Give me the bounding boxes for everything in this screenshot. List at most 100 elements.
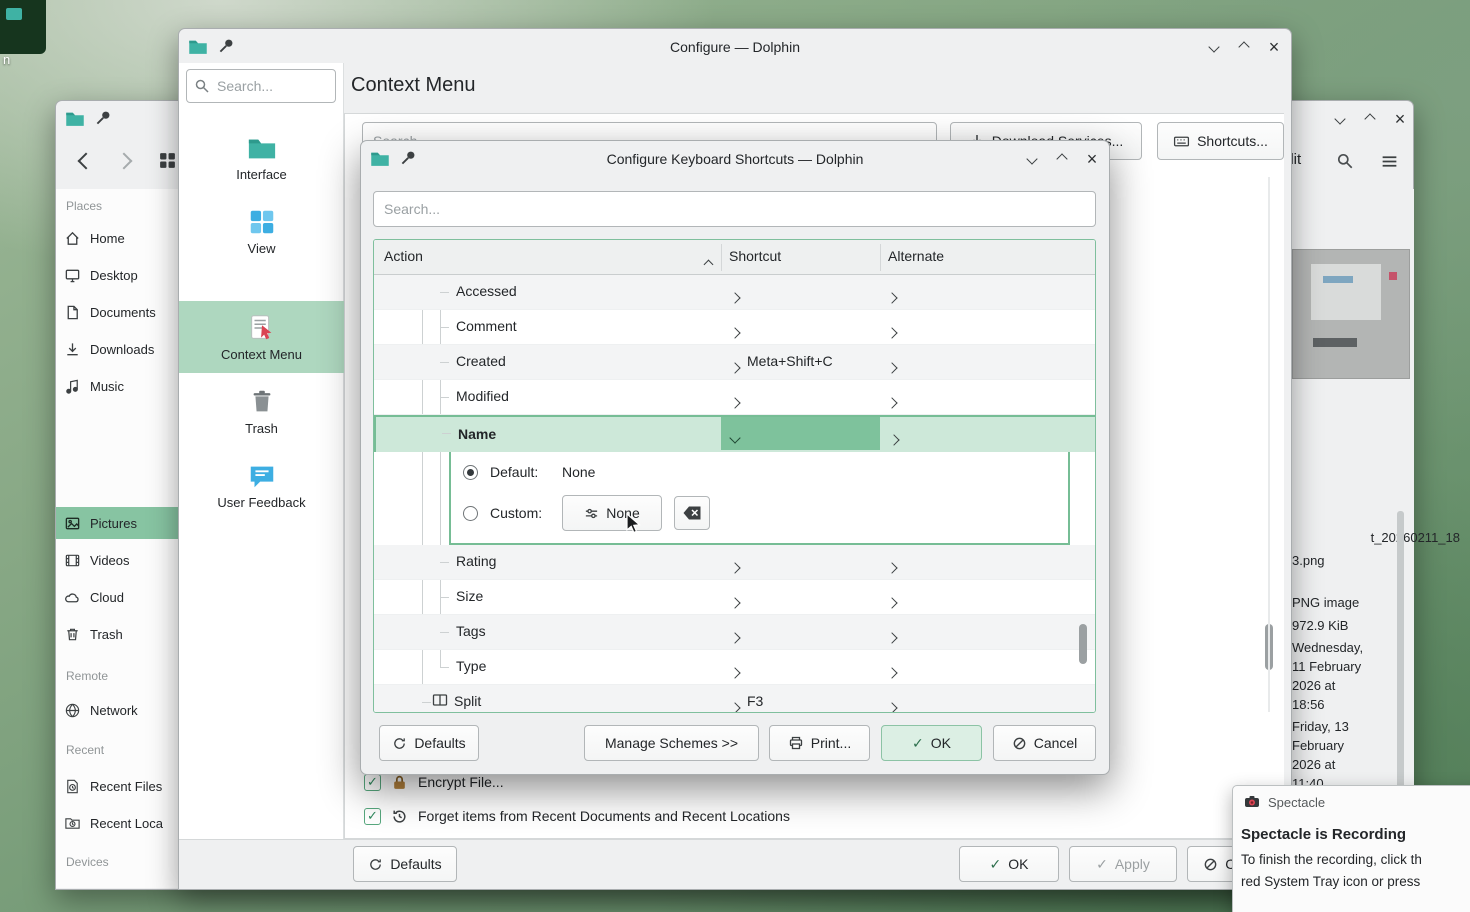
alternate-expander-icon[interactable]	[888, 394, 896, 412]
custom-radio[interactable]	[463, 506, 478, 521]
defaults-button[interactable]: Defaults	[379, 725, 479, 761]
sidebar-item-recent-files[interactable]: Recent Files	[56, 770, 179, 802]
alternate-expander-icon[interactable]	[888, 359, 896, 377]
settings-item-context-menu[interactable]: Context Menu	[179, 301, 344, 373]
shortcut-expander-icon[interactable]	[731, 559, 739, 577]
sidebar-item-trash[interactable]: Trash	[56, 618, 179, 650]
table-row-rating[interactable]: Rating	[374, 545, 1096, 580]
default-radio[interactable]	[463, 465, 478, 480]
configure-window-title: Configure — Dolphin	[179, 39, 1291, 55]
ok-button[interactable]: ✓ OK	[881, 725, 982, 761]
sidebar-item-home[interactable]: Home	[56, 222, 179, 254]
apply-button[interactable]: ✓ Apply	[1069, 846, 1177, 882]
clear-shortcut-button[interactable]	[674, 496, 710, 530]
sidebar-item-network[interactable]: Network	[56, 694, 179, 726]
sort-ascending-icon[interactable]	[705, 255, 712, 273]
pin-icon[interactable]	[217, 37, 237, 57]
minimize-button[interactable]	[1329, 108, 1351, 130]
column-header-shortcut[interactable]: Shortcut	[729, 248, 781, 264]
sidebar-item-documents[interactable]: Documents	[56, 296, 179, 328]
defaults-button[interactable]: Defaults	[353, 846, 457, 882]
shortcut-expander-icon[interactable]	[731, 699, 739, 713]
info-panel-scrollbar[interactable]	[1397, 511, 1404, 803]
clear-history-icon	[391, 808, 408, 825]
spectacle-icon	[1244, 794, 1260, 810]
pin-icon[interactable]	[399, 149, 419, 169]
manage-schemes-button[interactable]: Manage Schemes >>	[584, 725, 759, 761]
sidebar-item-videos[interactable]: Videos	[56, 544, 179, 576]
alternate-expander-icon[interactable]	[888, 594, 896, 612]
shortcuts-titlebar[interactable]: Configure Keyboard Shortcuts — Dolphin ×	[361, 141, 1109, 177]
print-button[interactable]: Print...	[769, 725, 870, 761]
maximize-button[interactable]	[1359, 108, 1381, 130]
close-button[interactable]: ×	[1389, 108, 1411, 130]
sidebar-item-music[interactable]: Music	[56, 370, 179, 402]
table-row-split[interactable]: Split F3	[374, 685, 1096, 713]
sidebar-item-recent-locations[interactable]: Recent Loca	[56, 807, 179, 839]
table-row-created[interactable]: Created Meta+Shift+C	[374, 345, 1096, 380]
alternate-expander-icon[interactable]	[888, 559, 896, 577]
file-name-line1: t_20260211_18	[1290, 530, 1460, 545]
column-header-action[interactable]: Action	[384, 248, 423, 264]
desktop-corner-icon[interactable]	[0, 0, 46, 54]
configure-titlebar[interactable]: Configure — Dolphin ×	[179, 29, 1291, 65]
sidebar-item-desktop[interactable]: Desktop	[56, 259, 179, 291]
hamburger-menu-icon[interactable]	[1380, 152, 1399, 176]
settings-sidebar: Interface View Context Menu Trash User F…	[179, 63, 344, 839]
back-button[interactable]	[80, 154, 92, 172]
alternate-expander-icon[interactable]	[888, 629, 896, 647]
notification-body-line2: red System Tray icon or press	[1241, 874, 1420, 889]
shortcut-expander-icon[interactable]	[731, 324, 739, 342]
close-button[interactable]: ×	[1081, 148, 1103, 170]
view-mode-icon[interactable]	[158, 151, 177, 175]
ok-button[interactable]: ✓ OK	[959, 846, 1059, 882]
table-scrollbar[interactable]	[1079, 624, 1087, 664]
pin-icon[interactable]	[94, 109, 114, 129]
sidebar-item-downloads[interactable]: Downloads	[56, 333, 179, 365]
alternate-expander-icon[interactable]	[888, 664, 896, 682]
settings-item-interface[interactable]: Interface	[179, 121, 344, 193]
shortcuts-button[interactable]: Shortcuts...	[1157, 122, 1284, 160]
sidebar-item-drive[interactable]: 237.5 GiB I	[56, 880, 179, 888]
custom-shortcut-button[interactable]: None	[562, 495, 662, 531]
maximize-button[interactable]	[1051, 148, 1073, 170]
table-row-accessed[interactable]: Accessed	[374, 275, 1096, 310]
settings-item-view[interactable]: View	[179, 195, 344, 267]
shortcuts-search-input[interactable]	[373, 191, 1096, 227]
checkbox-row-forget-items[interactable]: ✓ Forget items from Recent Documents and…	[364, 804, 790, 828]
search-icon[interactable]	[1336, 152, 1354, 175]
settings-item-trash[interactable]: Trash	[179, 375, 344, 447]
minimize-button[interactable]	[1021, 148, 1043, 170]
sidebar-item-cloud[interactable]: Cloud	[56, 581, 179, 613]
minimize-button[interactable]	[1203, 36, 1225, 58]
alternate-expander-icon[interactable]	[890, 431, 898, 449]
shortcut-expander-icon[interactable]	[731, 594, 739, 612]
trash-icon	[64, 626, 81, 643]
table-row-name-selected[interactable]: Name	[374, 415, 1096, 452]
shortcut-expander-icon[interactable]	[731, 629, 739, 647]
settings-item-user-feedback[interactable]: User Feedback	[179, 449, 344, 521]
cancel-button[interactable]: Cancel	[993, 725, 1096, 761]
checkbox-checked[interactable]: ✓	[364, 808, 381, 825]
spectacle-notification[interactable]: Spectacle Spectacle is Recording To fini…	[1232, 785, 1470, 912]
shortcut-expander-icon[interactable]	[731, 289, 739, 307]
close-button[interactable]: ×	[1263, 36, 1285, 58]
checkbox-checked[interactable]: ✓	[364, 774, 381, 791]
table-row-comment[interactable]: Comment	[374, 310, 1096, 345]
alternate-expander-icon[interactable]	[888, 699, 896, 713]
table-row-type[interactable]: Type	[374, 650, 1096, 685]
shortcut-expander-icon[interactable]	[731, 394, 739, 412]
table-row-tags[interactable]: Tags	[374, 615, 1096, 650]
shortcut-cell-active[interactable]	[721, 417, 880, 450]
shortcut-collapse-icon[interactable]	[731, 429, 739, 447]
shortcut-expander-icon[interactable]	[731, 359, 739, 377]
forward-button[interactable]	[118, 154, 130, 172]
maximize-button[interactable]	[1233, 36, 1255, 58]
sidebar-item-pictures[interactable]: Pictures	[56, 507, 179, 539]
alternate-expander-icon[interactable]	[888, 324, 896, 342]
column-header-alternate[interactable]: Alternate	[888, 248, 944, 264]
table-row-modified[interactable]: Modified	[374, 380, 1096, 415]
shortcut-expander-icon[interactable]	[731, 664, 739, 682]
alternate-expander-icon[interactable]	[888, 289, 896, 307]
table-row-size[interactable]: Size	[374, 580, 1096, 615]
